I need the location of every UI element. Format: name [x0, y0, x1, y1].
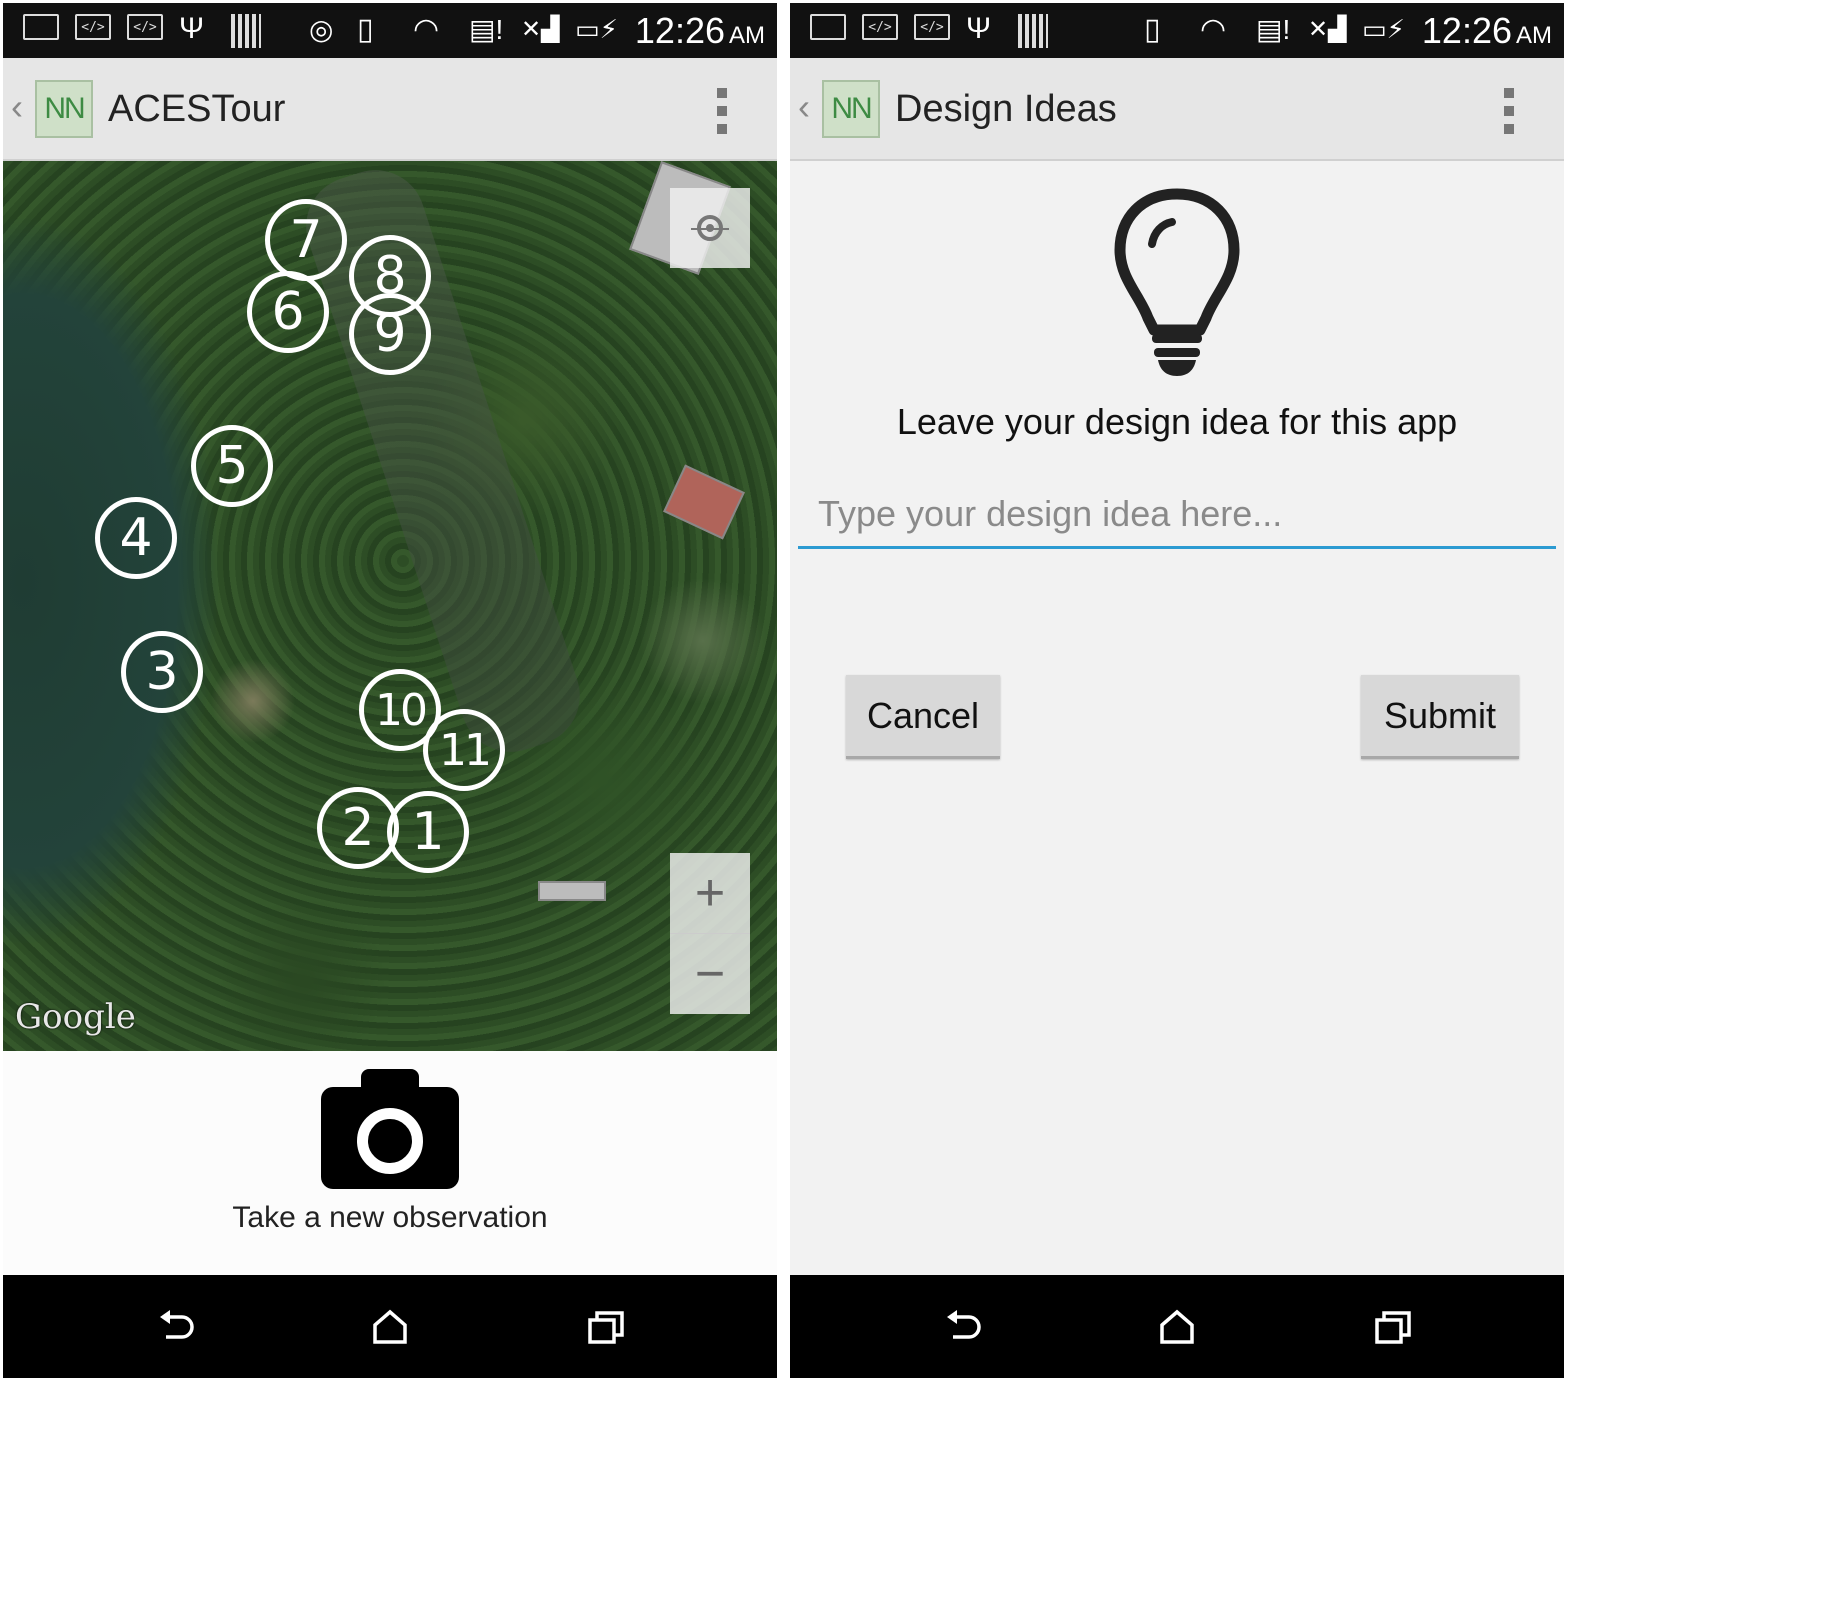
wifi-icon: ◠	[1200, 12, 1227, 46]
code-notification-icon: </>	[862, 14, 898, 40]
back-chevron-icon[interactable]: ‹	[798, 86, 810, 128]
battery-charging-icon: ▭⚡	[1362, 13, 1405, 44]
design-idea-input[interactable]	[798, 481, 1556, 549]
camera-label[interactable]: Take a new observation	[3, 1201, 777, 1235]
status-bar: </> </> Ψ ▯ ◠ ▤! ✕▟ ▭⚡ 12:26 AM	[790, 3, 1564, 58]
acestour-screen: </> </> Ψ ◎ ▯ ◠ ▤! ✕▟ ▭⚡ 12:26 AM ‹ NN AC…	[3, 3, 777, 1378]
map-marker-4[interactable]: 4	[95, 497, 177, 579]
map-marker-11[interactable]: 11	[423, 709, 505, 791]
back-chevron-icon[interactable]: ‹	[11, 86, 23, 128]
zoom-out-button[interactable]: −	[670, 934, 750, 1014]
nav-home-icon[interactable]	[1152, 1305, 1202, 1349]
my-location-icon	[691, 215, 729, 241]
page-title: Design Ideas	[895, 88, 1117, 130]
vibrate-icon: ▯	[357, 12, 374, 46]
vibrate-icon: ▯	[1144, 12, 1161, 46]
usb-icon: Ψ	[179, 12, 205, 45]
code-notification-icon: </>	[127, 14, 163, 40]
nav-recents-icon[interactable]	[581, 1305, 631, 1349]
submit-button[interactable]: Submit	[1361, 675, 1519, 759]
action-bar: ‹ NN ACESTour	[3, 58, 777, 161]
map-marker-1[interactable]: 1	[387, 791, 469, 873]
nav-back-icon[interactable]	[938, 1305, 988, 1349]
wifi-icon: ◠	[413, 12, 440, 46]
action-bar: ‹ NN Design Ideas	[790, 58, 1564, 161]
building	[663, 464, 745, 540]
zoom-in-button[interactable]: +	[670, 853, 750, 934]
map-marker-9[interactable]: 9	[349, 293, 431, 375]
sd-card-alert-icon: ▤!	[1256, 13, 1291, 45]
status-bar: </> </> Ψ ◎ ▯ ◠ ▤! ✕▟ ▭⚡ 12:26 AM	[3, 3, 777, 58]
app-logo[interactable]: NN	[35, 80, 93, 138]
map-view[interactable]: 7 8 6 9 5 4 3 10 11 2 1 + − Google	[3, 161, 777, 1051]
gallery-notification-icon	[23, 14, 59, 40]
usb-icon: Ψ	[966, 12, 992, 45]
nav-home-icon[interactable]	[365, 1305, 415, 1349]
camera-icon[interactable]	[321, 1069, 459, 1189]
barcode-icon	[231, 14, 261, 48]
my-location-button[interactable]	[670, 188, 750, 268]
map-marker-6[interactable]: 6	[247, 271, 329, 353]
app-logo[interactable]: NN	[822, 80, 880, 138]
no-signal-icon: ✕▟	[1308, 15, 1347, 43]
clock: 12:26 AM	[634, 10, 765, 51]
gallery-notification-icon	[810, 14, 846, 40]
sd-card-alert-icon: ▤!	[469, 13, 504, 45]
nfc-icon: ◎	[309, 13, 334, 45]
map-marker-7[interactable]: 7	[265, 199, 347, 281]
google-attribution: Google	[15, 997, 136, 1037]
design-ideas-screen: </> </> Ψ ▯ ◠ ▤! ✕▟ ▭⚡ 12:26 AM ‹ NN Desi…	[790, 3, 1564, 1378]
battery-charging-icon: ▭⚡	[575, 13, 618, 44]
lightbulb-icon	[1114, 188, 1240, 376]
nav-bar	[790, 1275, 1564, 1378]
code-notification-icon: </>	[75, 14, 111, 40]
map-marker-3[interactable]: 3	[121, 631, 203, 713]
barcode-icon	[1018, 14, 1048, 48]
building	[538, 881, 606, 901]
clock: 12:26 AM	[1421, 10, 1552, 51]
no-signal-icon: ✕▟	[521, 15, 560, 43]
design-idea-prompt: Leave your design idea for this app	[896, 401, 1458, 442]
observation-panel: Take a new observation	[3, 1051, 777, 1275]
nav-bar	[3, 1275, 777, 1378]
overflow-menu-icon[interactable]	[1504, 88, 1516, 134]
page-title: ACESTour	[108, 88, 286, 130]
code-notification-icon: </>	[914, 14, 950, 40]
overflow-menu-icon[interactable]	[717, 88, 729, 134]
map-marker-5[interactable]: 5	[191, 425, 273, 507]
nav-recents-icon[interactable]	[1368, 1305, 1418, 1349]
cancel-button[interactable]: Cancel	[846, 675, 1000, 759]
nav-back-icon[interactable]	[151, 1305, 201, 1349]
